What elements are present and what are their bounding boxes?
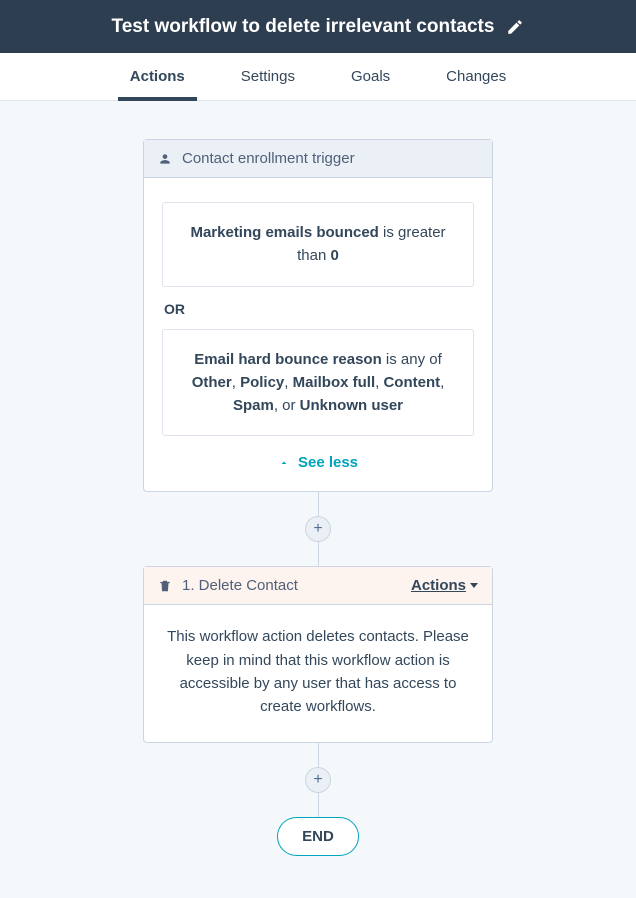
trigger-header-label: Contact enrollment trigger xyxy=(182,150,355,167)
add-action-button-2[interactable]: + xyxy=(305,767,331,793)
pencil-icon[interactable] xyxy=(506,18,524,36)
caret-down-icon xyxy=(470,583,478,588)
connector-line xyxy=(318,743,319,767)
delete-header-left: 1. Delete Contact xyxy=(158,577,298,594)
criteria-2-v2: Policy xyxy=(240,374,284,391)
tab-actions[interactable]: Actions xyxy=(130,53,185,101)
criteria-2-v3: Mailbox full xyxy=(293,374,376,391)
end-node: END xyxy=(277,817,359,856)
criteria-2-v5: Spam xyxy=(233,397,274,414)
delete-card-body: This workflow action deletes contacts. P… xyxy=(144,605,492,742)
workflow-title: Test workflow to delete irrelevant conta… xyxy=(112,16,495,38)
connector-line xyxy=(318,492,319,516)
trash-icon xyxy=(158,578,172,594)
trigger-card-body: Marketing emails bounced is greater than… xyxy=(144,178,492,491)
connector-line xyxy=(318,542,319,566)
criteria-1-value: 0 xyxy=(331,247,339,264)
trigger-card-header: Contact enrollment trigger xyxy=(144,140,492,178)
criteria-2-v6: Unknown user xyxy=(300,397,403,414)
chevron-up-icon xyxy=(278,457,290,469)
workflow-canvas: Contact enrollment trigger Marketing ema… xyxy=(0,101,636,856)
criteria-1-field: Marketing emails bounced xyxy=(190,224,378,241)
actions-dropdown-label: Actions xyxy=(411,577,466,594)
criteria-2-op: is any of xyxy=(382,351,442,368)
card-actions-dropdown[interactable]: Actions xyxy=(411,577,478,594)
delete-contact-card[interactable]: 1. Delete Contact Actions This workflow … xyxy=(143,566,493,743)
or-separator: OR xyxy=(164,301,474,317)
see-less-label: See less xyxy=(298,454,358,471)
criteria-2-v4: Content xyxy=(383,374,440,391)
criteria-2[interactable]: Email hard bounce reason is any of Other… xyxy=(162,329,474,437)
tabs-bar: Actions Settings Goals Changes xyxy=(0,53,636,101)
person-icon xyxy=(158,152,172,166)
delete-card-header: 1. Delete Contact Actions xyxy=(144,567,492,605)
tab-settings[interactable]: Settings xyxy=(241,53,295,101)
criteria-2-v1: Other xyxy=(192,374,232,391)
add-action-button-1[interactable]: + xyxy=(305,516,331,542)
workflow-header: Test workflow to delete irrelevant conta… xyxy=(0,0,636,53)
criteria-2-field: Email hard bounce reason xyxy=(194,351,382,368)
tab-goals[interactable]: Goals xyxy=(351,53,390,101)
delete-header-label: 1. Delete Contact xyxy=(182,577,298,594)
tab-changes[interactable]: Changes xyxy=(446,53,506,101)
enrollment-trigger-card[interactable]: Contact enrollment trigger Marketing ema… xyxy=(143,139,493,492)
criteria-1[interactable]: Marketing emails bounced is greater than… xyxy=(162,202,474,287)
connector-line xyxy=(318,793,319,817)
see-less-toggle[interactable]: See less xyxy=(162,454,474,471)
